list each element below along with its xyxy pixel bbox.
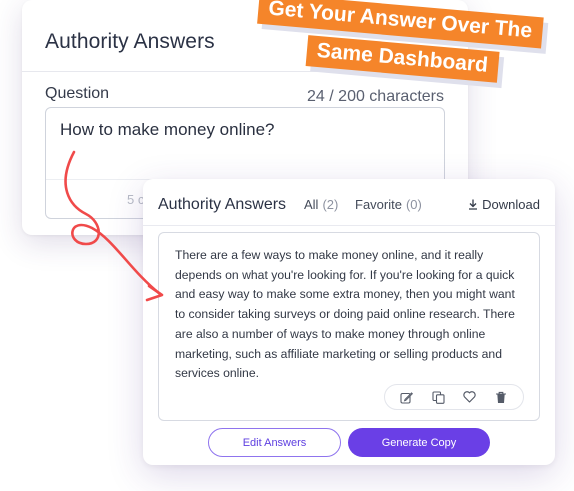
panel-title: Authority Answers	[45, 30, 215, 53]
banner-line-1: Get Your Answer Over The	[257, 0, 544, 49]
answers-panel: Authority Answers All (2) Favorite (0) Dow…	[143, 179, 555, 465]
tab-count: (0)	[405, 197, 422, 212]
faded-text: 5 c	[127, 192, 145, 207]
question-input-value: How to make money online?	[60, 120, 275, 139]
tab-label: All	[304, 197, 319, 212]
panel-title: Authority Answers	[158, 196, 287, 213]
generate-copy-button[interactable]: Generate Copy	[348, 428, 490, 457]
trash-icon[interactable]	[494, 390, 508, 404]
answer-card: There are a few ways to make money onlin…	[158, 232, 540, 421]
tab-count: (2)	[322, 197, 339, 212]
edit-icon[interactable]	[400, 390, 414, 404]
answer-text: There are a few ways to make money onlin…	[175, 248, 515, 381]
character-counter: 24 / 200 characters	[307, 88, 444, 105]
edit-answers-button[interactable]: Edit Answers	[208, 428, 341, 457]
heart-icon[interactable]	[463, 390, 477, 404]
download-icon	[468, 199, 478, 210]
tab-all[interactable]: All (2)	[304, 197, 338, 212]
tab-label: Favorite	[355, 197, 402, 212]
tab-favorite[interactable]: Favorite (0)	[355, 197, 422, 212]
download-label: Download	[482, 197, 540, 212]
copy-icon[interactable]	[431, 390, 445, 404]
divider	[143, 225, 555, 226]
download-button[interactable]: Download	[468, 197, 540, 212]
question-label: Question	[45, 85, 110, 102]
answer-actions	[384, 384, 524, 410]
